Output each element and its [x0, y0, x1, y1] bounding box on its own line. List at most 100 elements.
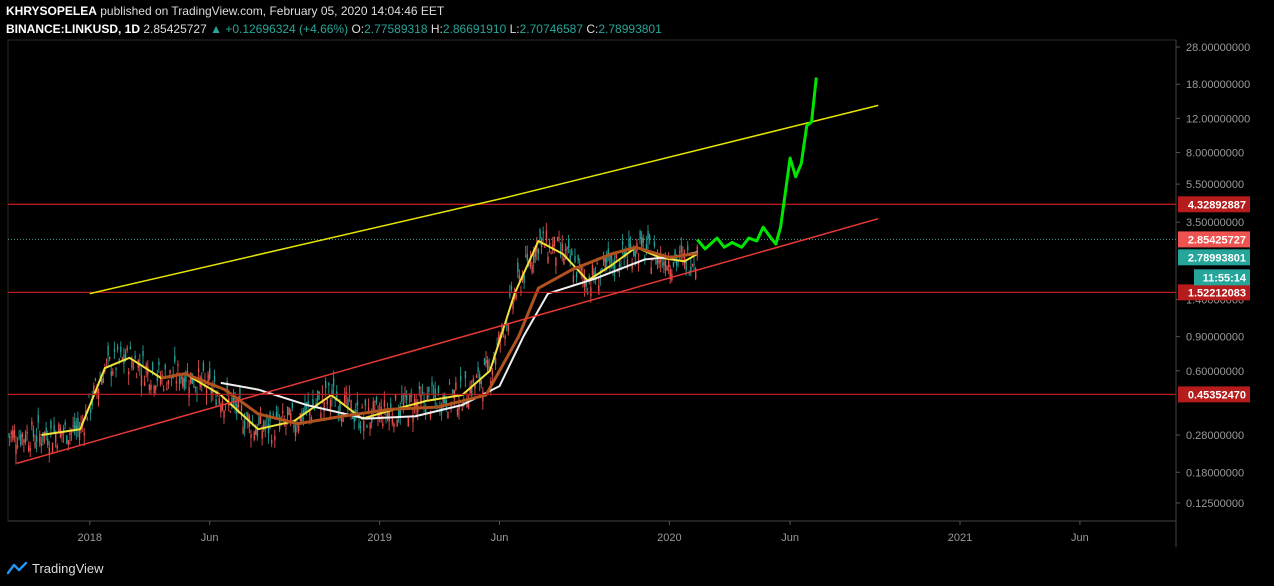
candle-body	[464, 370, 467, 379]
candle-body	[102, 378, 105, 383]
level-price-tag-text: 0.45352470	[1188, 389, 1246, 401]
candle-body	[32, 429, 35, 437]
candle-body	[132, 367, 135, 369]
candle-body	[547, 256, 549, 263]
brand-name: TradingView	[32, 560, 104, 576]
candle-body	[456, 408, 459, 416]
candle-body	[394, 395, 397, 400]
candle-body	[56, 445, 59, 449]
candle-body	[39, 433, 41, 444]
candle-body	[455, 382, 457, 390]
candle-body	[434, 388, 436, 398]
candle-body	[655, 260, 657, 265]
time-tick-label: 2018	[78, 532, 102, 544]
candle-body	[164, 365, 167, 370]
candle-body	[604, 257, 606, 268]
candle-body	[255, 430, 257, 435]
candle-body	[574, 255, 576, 263]
candle-body	[364, 399, 367, 406]
moving-average-line	[220, 251, 698, 420]
candle-body	[153, 385, 155, 394]
candle-body	[188, 386, 190, 398]
candle-body	[650, 267, 652, 274]
price-tick-label: 0.12500000	[1186, 498, 1244, 510]
candle-body	[66, 435, 68, 444]
candle-body	[523, 274, 525, 283]
candle-body	[183, 378, 186, 389]
tradingview-logo-icon	[6, 561, 28, 575]
candle-body	[43, 432, 46, 434]
candle-body	[674, 250, 676, 260]
trendlines-layer	[16, 104, 879, 465]
candle-body	[197, 368, 200, 373]
candle-body	[359, 426, 362, 428]
trendline	[16, 217, 879, 465]
candle-body	[116, 346, 119, 350]
candle-body	[663, 261, 665, 267]
candle-body	[64, 422, 66, 426]
candle-body	[286, 406, 289, 416]
projection-layer	[696, 77, 818, 251]
candle-body	[358, 423, 360, 429]
candle-body	[313, 408, 316, 410]
candle-body	[23, 439, 25, 443]
candle-body	[161, 374, 163, 377]
candle-body	[531, 265, 533, 273]
candle-body	[571, 250, 573, 256]
time-tick-label: 2020	[657, 532, 681, 544]
time-axis: 2018 Jun 2019 Jun 2020 Jun 2021 Jun	[78, 521, 1089, 544]
candle-body	[361, 407, 363, 409]
candle-body	[421, 392, 424, 394]
moving-average-line	[41, 240, 698, 437]
candle-body	[244, 420, 246, 429]
candle-body	[213, 376, 216, 382]
candle-body	[47, 438, 49, 446]
candle-body	[621, 241, 624, 245]
price-chart[interactable]: 28.00000000 18.00000000 12.00000000 8.00000…	[0, 0, 1274, 586]
candle-body	[215, 399, 217, 406]
candle-body	[642, 238, 645, 243]
candle-body	[461, 409, 463, 411]
candle-body	[143, 381, 146, 386]
candle-body	[685, 261, 687, 271]
candle-body	[167, 379, 170, 385]
candle-body	[145, 364, 147, 368]
candle-body	[118, 359, 120, 361]
candle-body	[113, 349, 116, 352]
candle-body	[510, 286, 513, 290]
candle-body	[26, 431, 28, 435]
candle-body	[618, 263, 621, 268]
candle-body	[382, 423, 384, 426]
candle-body	[537, 249, 540, 255]
tradingview-brand[interactable]: TradingView	[6, 559, 104, 577]
candle-body	[40, 443, 43, 446]
candle-body	[374, 400, 376, 402]
candle-body	[517, 262, 519, 273]
candle-body	[375, 397, 378, 403]
candle-body	[555, 257, 557, 266]
candle-body	[664, 260, 667, 271]
candle-body	[691, 264, 694, 266]
candle-body	[558, 238, 560, 240]
candle-body	[337, 413, 340, 416]
candle-body	[296, 425, 298, 427]
candle-body	[658, 260, 660, 264]
candle-body	[29, 448, 32, 451]
close-price-tag-text: 2.78993801	[1188, 252, 1246, 264]
price-tick-label: 0.28000000	[1186, 430, 1244, 442]
candle-body	[344, 393, 346, 404]
candle-body	[10, 432, 12, 435]
candle-body	[452, 390, 454, 394]
candle-body	[679, 251, 681, 254]
price-tick-label: 12.00000000	[1186, 113, 1250, 125]
candle-body	[8, 436, 11, 438]
candle-body	[140, 375, 143, 386]
candle-body	[485, 359, 487, 364]
candle-body	[13, 429, 16, 438]
candle-body	[288, 408, 290, 416]
candle-body	[561, 243, 564, 251]
candle-body	[34, 441, 36, 448]
candle-body	[291, 402, 294, 409]
candle-body	[491, 370, 494, 376]
price-tick-label: 0.60000000	[1186, 366, 1244, 378]
